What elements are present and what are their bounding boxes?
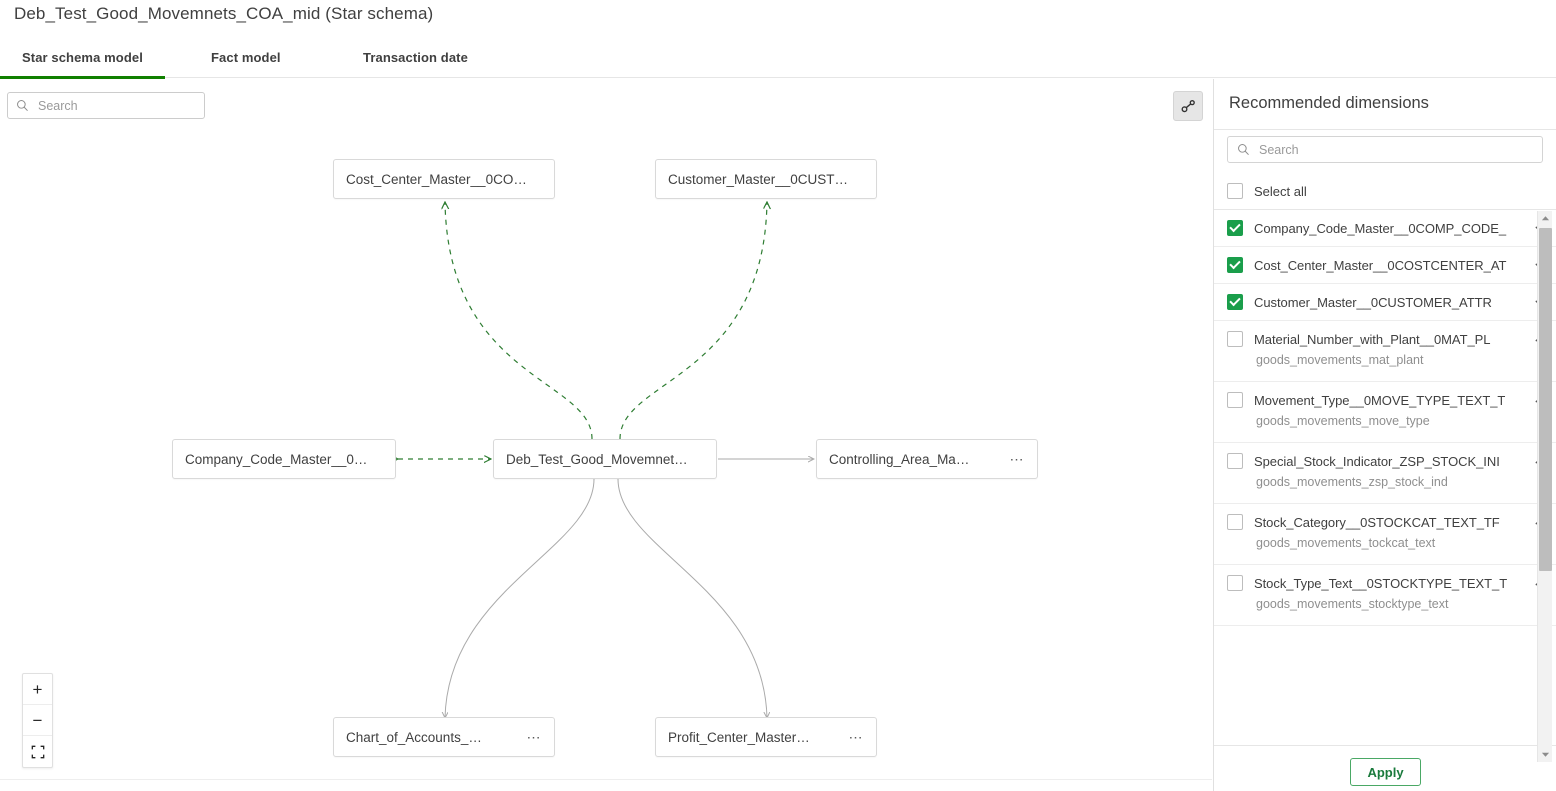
canvas-search-box[interactable]: Search [7,92,205,119]
graph-node-menu-icon[interactable]: ⋯ [839,733,865,741]
link-tool-button[interactable] [1173,91,1203,121]
list-item: Cost_Center_Master__0COSTCENTER_AT [1214,247,1556,284]
scrollbar-thumb[interactable] [1539,228,1552,571]
fit-to-screen-button[interactable] [23,736,52,767]
schema-canvas[interactable]: Cost_Center_Master__0CO… Customer_Master… [0,79,1212,781]
zoom-controls: + − [22,673,53,768]
dimension-name: Material_Number_with_Plant__0MAT_PL [1254,332,1530,347]
dimension-name: Company_Code_Master__0COMP_CODE_ [1254,221,1530,236]
graph-node-chart-of-accounts[interactable]: Chart_of_Accounts_… ⋯ [333,717,555,757]
list-item: Customer_Master__0CUSTOMER_ATTR [1214,284,1556,321]
graph-node-label: Cost_Center_Master__0CO… [346,172,527,187]
link-icon [1180,98,1197,115]
dimension-source-table: goods_movements_move_type [1214,414,1556,442]
app-root: Deb_Test_Good_Movemnets_COA_mid (Star sc… [0,0,1556,791]
dimension-row[interactable]: Stock_Type_Text__0STOCKTYPE_TEXT_T [1214,565,1556,601]
dimension-name: Cost_Center_Master__0COSTCENTER_AT [1254,258,1530,273]
dimension-row[interactable]: Company_Code_Master__0COMP_CODE_ [1214,210,1556,246]
zoom-out-button[interactable]: − [23,705,52,736]
graph-node-label: Profit_Center_Master… [668,730,810,745]
dimension-name: Stock_Type_Text__0STOCKTYPE_TEXT_T [1254,576,1530,591]
dimension-source-table: goods_movements_mat_plant [1214,353,1556,381]
fit-screen-icon [31,745,45,759]
dimension-row[interactable]: Material_Number_with_Plant__0MAT_PL [1214,321,1556,357]
apply-button[interactable]: Apply [1350,758,1421,786]
panel-search-placeholder: Search [1259,143,1299,157]
dimension-source-table: goods_movements_tockcat_text [1214,536,1556,564]
search-icon [1237,143,1250,156]
dimension-row[interactable]: Customer_Master__0CUSTOMER_ATTR [1214,284,1556,320]
graph-node-cost-center-master[interactable]: Cost_Center_Master__0CO… [333,159,555,199]
dimension-source-table: goods_movements_stocktype_text [1214,597,1556,625]
panel-scrollbar[interactable] [1537,211,1552,762]
tab-star-schema-model[interactable]: Star schema model [22,42,143,78]
page-title: Deb_Test_Good_Movemnets_COA_mid (Star sc… [14,4,433,24]
dimension-checkbox[interactable] [1227,514,1243,530]
select-all-row[interactable]: Select all [1227,178,1543,204]
dimension-checkbox[interactable] [1227,331,1243,347]
canvas-bottom-divider [0,779,1212,780]
dimension-checkbox[interactable] [1227,257,1243,273]
dimension-list[interactable]: Company_Code_Master__0COMP_CODE_ Cost_Ce… [1214,210,1556,791]
recommended-dimensions-panel: Recommended dimensions Search Select all… [1213,79,1556,791]
graph-node-profit-center-master[interactable]: Profit_Center_Master… ⋯ [655,717,877,757]
tab-bar: Star schema model Fact model Transaction… [0,42,1556,78]
scroll-down-arrow-icon[interactable] [1538,747,1553,762]
graph-node-label: Controlling_Area_Ma… [829,452,969,467]
dimension-name: Movement_Type__0MOVE_TYPE_TEXT_T [1254,393,1530,408]
graph-node-fact-table[interactable]: Deb_Test_Good_Movemnet… [493,439,717,479]
dimension-checkbox[interactable] [1227,575,1243,591]
panel-footer-divider [1214,745,1556,746]
dimension-row[interactable]: Movement_Type__0MOVE_TYPE_TEXT_T [1214,382,1556,418]
dimension-name: Stock_Category__0STOCKCAT_TEXT_TF [1254,515,1530,530]
list-item: Stock_Type_Text__0STOCKTYPE_TEXT_T goods… [1214,565,1556,626]
dimension-checkbox[interactable] [1227,392,1243,408]
dimension-checkbox[interactable] [1227,220,1243,236]
list-item: Movement_Type__0MOVE_TYPE_TEXT_T goods_m… [1214,382,1556,443]
panel-search-box[interactable]: Search [1227,136,1543,163]
dimension-row[interactable]: Cost_Center_Master__0COSTCENTER_AT [1214,247,1556,283]
dimension-row[interactable]: Special_Stock_Indicator_ZSP_STOCK_INI [1214,443,1556,479]
panel-title: Recommended dimensions [1229,94,1429,113]
tab-transaction-date[interactable]: Transaction date [363,42,468,78]
graph-node-menu-icon[interactable]: ⋯ [1000,455,1026,463]
graph-node-label: Deb_Test_Good_Movemnet… [506,452,688,467]
dimension-checkbox[interactable] [1227,294,1243,310]
list-item: Material_Number_with_Plant__0MAT_PL good… [1214,321,1556,382]
dimension-name: Special_Stock_Indicator_ZSP_STOCK_INI [1254,454,1530,469]
panel-header-divider [1214,129,1556,130]
select-all-checkbox[interactable] [1227,183,1243,199]
dimension-checkbox[interactable] [1227,453,1243,469]
edge-layer [0,79,1212,781]
list-item: Special_Stock_Indicator_ZSP_STOCK_INI go… [1214,443,1556,504]
list-item: Stock_Category__0STOCKCAT_TEXT_TF goods_… [1214,504,1556,565]
graph-node-controlling-area-master[interactable]: Controlling_Area_Ma… ⋯ [816,439,1038,479]
select-all-label: Select all [1254,184,1307,199]
graph-node-customer-master[interactable]: Customer_Master__0CUST… [655,159,877,199]
tab-fact-model[interactable]: Fact model [211,42,281,78]
graph-node-menu-icon[interactable]: ⋯ [517,733,543,741]
zoom-in-button[interactable]: + [23,674,52,705]
list-item: Company_Code_Master__0COMP_CODE_ [1214,210,1556,247]
search-icon [16,99,29,112]
dimension-row[interactable]: Stock_Category__0STOCKCAT_TEXT_TF [1214,504,1556,540]
dimension-name: Customer_Master__0CUSTOMER_ATTR [1254,295,1530,310]
graph-node-label: Company_Code_Master__0… [185,452,367,467]
graph-node-label: Customer_Master__0CUST… [668,172,848,187]
canvas-search-placeholder: Search [38,99,78,113]
graph-node-company-code-master[interactable]: Company_Code_Master__0… [172,439,396,479]
graph-node-label: Chart_of_Accounts_… [346,730,482,745]
dimension-source-table: goods_movements_zsp_stock_ind [1214,475,1556,503]
scroll-up-arrow-icon[interactable] [1538,211,1553,226]
